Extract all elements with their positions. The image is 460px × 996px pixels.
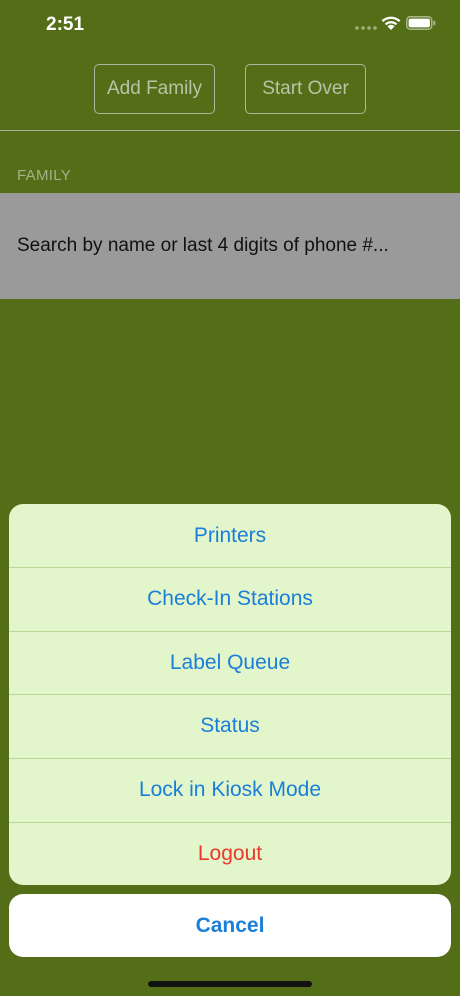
family-search-row[interactable] [0,193,460,299]
wifi-icon [381,16,401,30]
logout-button[interactable]: Logout [9,822,451,885]
label-queue-button[interactable]: Label Queue [9,631,451,694]
add-family-button[interactable]: Add Family [94,64,215,114]
battery-icon [406,16,436,30]
action-sheet: Printers Check-In Stations Label Queue S… [9,504,451,885]
status-bar: 2:51 [0,0,460,50]
start-over-button[interactable]: Start Over [245,64,366,114]
check-in-stations-button[interactable]: Check-In Stations [9,567,451,630]
home-indicator [148,981,312,987]
status-time: 2:51 [46,14,85,35]
printers-button[interactable]: Printers [9,504,451,567]
signal-icon [355,26,377,30]
lock-in-kiosk-mode-button[interactable]: Lock in Kiosk Mode [9,758,451,821]
header-divider [0,130,460,131]
family-search-input[interactable] [17,193,447,299]
family-section-label: FAMILY [17,167,72,184]
app-screen: 2:51 Add Family Start Over FAMILY Printe… [0,0,460,996]
status-button[interactable]: Status [9,694,451,757]
cancel-button[interactable]: Cancel [9,894,451,957]
